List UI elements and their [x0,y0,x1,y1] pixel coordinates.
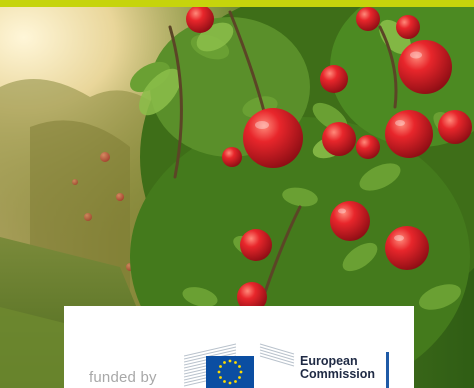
ec-name-line-2: Commission [300,367,376,381]
top-accent-bar [0,0,474,7]
funding-panel: funded by European Commission [64,306,414,388]
page: funded by European Commission [0,0,474,388]
european-commission-logo [184,343,295,388]
ec-logo-divider [386,352,389,388]
funded-by-label: funded by [89,369,157,386]
european-commission-name: European Commission [300,355,375,381]
